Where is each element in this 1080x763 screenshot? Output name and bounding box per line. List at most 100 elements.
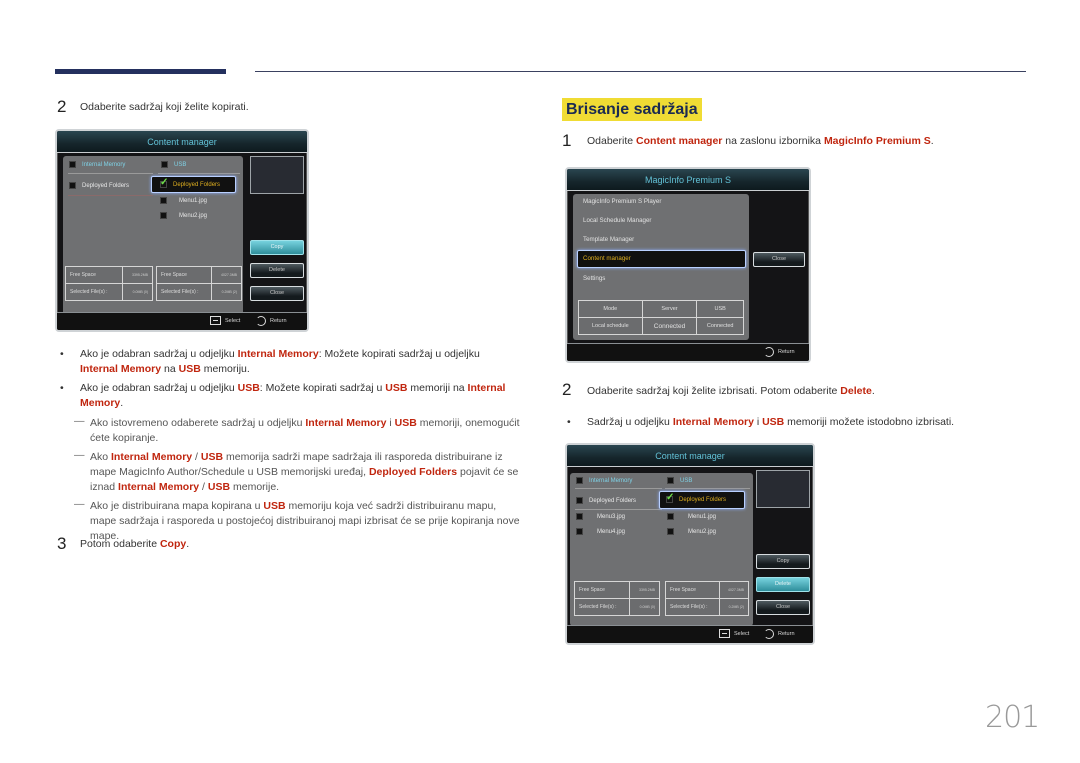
usb-header[interactable]: USB <box>161 161 186 168</box>
return-icon <box>764 629 774 639</box>
highlighted-term: Internal Memory <box>118 481 200 493</box>
note-item: — Ako Internal Memory / USB memorija sadr… <box>74 449 519 493</box>
screen-footer: Return <box>567 343 809 361</box>
checkmark-icon <box>160 177 168 188</box>
divider <box>158 173 240 174</box>
checkbox-icon <box>160 197 167 204</box>
internal-memory-header[interactable]: Internal Memory <box>69 161 125 168</box>
step-number: 2 <box>562 380 572 399</box>
list-item[interactable]: Menu1.jpg <box>160 197 207 204</box>
copy-button[interactable]: Copy <box>756 554 810 569</box>
return-icon <box>764 347 774 357</box>
return-hint[interactable]: Return <box>764 629 795 639</box>
menu-item-template-manager[interactable]: Template Manager <box>583 236 634 243</box>
delete-button[interactable]: Delete <box>756 577 810 592</box>
bullet-item: • Ako je odabran sadržaj u odjeljku USB: … <box>60 382 506 409</box>
page-number: 201 <box>985 700 1040 735</box>
screen-footer: Select Return <box>57 312 307 330</box>
list-item[interactable]: Menu1.jpg <box>667 513 716 520</box>
menu-item-local-schedule[interactable]: Local Schedule Manager <box>583 217 651 224</box>
step-text: Odaberite sadržaj koji želite kopirati. <box>80 101 249 113</box>
close-button[interactable]: Close <box>250 286 304 301</box>
divider <box>665 488 750 489</box>
highlighted-term: Internal Memory <box>80 363 162 375</box>
divider <box>68 173 153 174</box>
highlighted-term: USB <box>385 382 408 394</box>
checkbox-icon <box>69 161 76 168</box>
content-manager-copy-screen: Content manager Internal Memory USB Depl… <box>55 129 309 332</box>
menu-item-content-manager[interactable]: Content manager <box>583 255 631 262</box>
list-item[interactable]: Deployed Folders <box>69 182 129 189</box>
enter-icon <box>210 316 221 325</box>
enter-icon <box>719 629 730 638</box>
highlighted-term: Internal Memory <box>237 348 319 360</box>
file-list-panel: Internal Memory USB Deployed Folders Men… <box>570 473 753 626</box>
highlighted-term: Internal Memory <box>672 416 754 428</box>
screen-title: Content manager <box>567 445 813 467</box>
checkbox-icon <box>576 513 583 520</box>
list-item[interactable]: Menu2.jpg <box>160 212 207 219</box>
section-title: Brisanje sadržaja <box>562 98 702 121</box>
select-hint[interactable]: Select <box>210 316 240 325</box>
menu-item-player[interactable]: MagicInfo Premium S Player <box>583 198 661 205</box>
step-number: 1 <box>562 131 572 150</box>
menu-panel: MagicInfo Premium S Player Local Schedul… <box>573 194 749 340</box>
highlighted-term: Internal Memory <box>111 451 193 463</box>
highlighted-term: USB <box>394 417 417 429</box>
highlighted-term: USB <box>178 363 201 375</box>
checkbox-icon <box>576 528 583 535</box>
close-button[interactable]: Close <box>756 600 810 615</box>
internal-memory-header[interactable]: Internal Memory <box>576 477 632 484</box>
menu-item-settings[interactable]: Settings <box>583 275 605 282</box>
usb-header[interactable]: USB <box>667 477 692 484</box>
checkbox-icon <box>160 212 167 219</box>
step-text: Odaberite sadržaj koji želite izbrisati.… <box>587 385 875 397</box>
highlighted-term: Deployed Folders <box>368 466 458 478</box>
file-list-panel: Internal Memory USB Deployed Folders Dep… <box>63 156 243 323</box>
highlighted-term: USB <box>762 416 785 428</box>
note-item: — Ako istovremeno odaberete sadržaj u odj… <box>74 415 520 444</box>
checkbox-icon <box>667 477 674 484</box>
screen-title: MagicInfo Premium S <box>567 169 809 191</box>
divider <box>575 509 662 510</box>
step-number: 2 <box>57 97 67 116</box>
content-manager-delete-screen: Content manager Internal Memory USB Depl… <box>565 443 815 645</box>
list-item[interactable]: Menu3.jpg <box>576 513 625 520</box>
magicinfo-premium-screen: MagicInfo Premium S MagicInfo Premium S … <box>565 167 811 363</box>
preview-thumbnail <box>756 470 810 508</box>
checkbox-icon <box>667 528 674 535</box>
highlighted-term: Internal Memory <box>305 417 387 429</box>
delete-button[interactable]: Delete <box>250 263 304 278</box>
select-hint[interactable]: Select <box>719 629 749 638</box>
return-icon <box>256 316 266 326</box>
highlighted-term: USB <box>200 451 224 463</box>
header-accent-bar <box>55 69 226 74</box>
header-rule <box>255 71 1026 72</box>
usb-storage-info: Free Space 4027.3MB Selected File(s) :0.2… <box>155 266 242 301</box>
close-button[interactable]: Close <box>753 252 805 267</box>
list-item-selected[interactable]: Deployed Folders <box>666 492 726 503</box>
step-text: Potom odaberite Copy. <box>80 538 190 550</box>
return-hint[interactable]: Return <box>256 316 287 326</box>
screen-footer: Select Return <box>567 625 813 643</box>
bullet-item: • Ako je odabran sadržaj u odjeljku Inter… <box>60 348 480 375</box>
step-text: Odaberite Content manager na zaslonu izb… <box>587 135 934 147</box>
list-item[interactable]: Menu4.jpg <box>576 528 625 535</box>
status-table: Mode Server USB Local schedule Connected… <box>578 300 744 335</box>
return-hint[interactable]: Return <box>764 347 795 357</box>
preview-thumbnail <box>250 156 304 194</box>
list-item[interactable]: Deployed Folders <box>576 497 636 504</box>
internal-storage-info: Free Space 3395.2MB Selected File(s) :0.0… <box>573 581 660 616</box>
bullet-item: • Sadržaj u odjeljku Internal Memory i US… <box>567 416 955 428</box>
checkbox-icon <box>576 497 583 504</box>
list-item-selected[interactable]: Deployed Folders <box>160 177 220 188</box>
highlighted-term: USB <box>207 481 231 493</box>
usb-storage-info: Free Space 4027.3MB Selected File(s) :0.2… <box>665 581 749 616</box>
step-number: 3 <box>57 534 67 553</box>
highlighted-term: USB <box>237 382 260 394</box>
highlighted-term: USB <box>263 500 286 512</box>
list-item[interactable]: Menu2.jpg <box>667 528 716 535</box>
copy-button[interactable]: Copy <box>250 240 304 255</box>
checkbox-icon <box>161 161 168 168</box>
screen-title: Content manager <box>57 131 307 153</box>
